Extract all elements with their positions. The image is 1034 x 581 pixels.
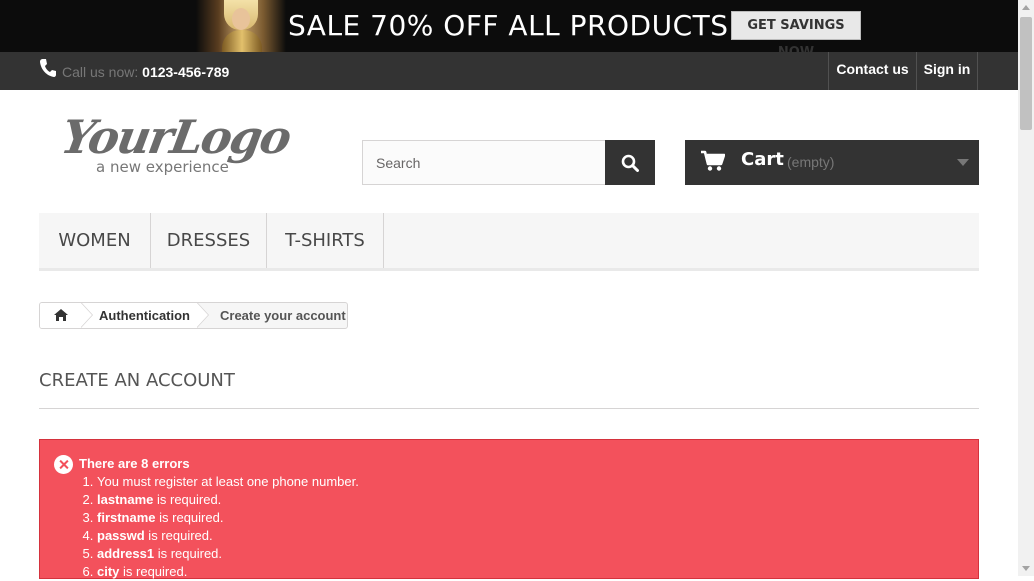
breadcrumb-authentication-label[interactable]: Authentication — [99, 308, 190, 324]
chevron-down-icon[interactable] — [957, 159, 969, 166]
error-alert: There are 8 errors You must register at … — [39, 439, 979, 579]
promo-banner[interactable]: SALE 70% OFF ALL PRODUCTS GET SAVINGS NO… — [0, 0, 1018, 52]
logo-tagline: a new experience — [96, 158, 229, 176]
menu-item-t-shirts[interactable]: T-SHIRTS — [267, 213, 384, 268]
scrollbar-thumb[interactable] — [1020, 17, 1032, 130]
search-form — [362, 140, 655, 185]
page-title: CREATE AN ACCOUNT — [39, 370, 235, 391]
error-item: address1 is required. — [97, 545, 359, 563]
banner-headline: SALE 70% OFF ALL PRODUCTS — [288, 9, 729, 42]
scroll-down-arrow-icon[interactable] — [1022, 566, 1030, 571]
search-icon — [621, 154, 639, 172]
cart-label: Cart — [741, 149, 784, 170]
cart-status: (empty) — [787, 154, 835, 170]
banner-model-image — [196, 0, 286, 52]
breadcrumb-home[interactable] — [40, 303, 82, 328]
contact-us-link[interactable]: Contact us — [828, 52, 916, 90]
main-menu: WOMEN DRESSES T-SHIRTS — [39, 213, 979, 271]
error-item: passwd is required. — [97, 527, 359, 545]
search-input[interactable] — [362, 140, 606, 185]
breadcrumb: Authentication Create your account — [39, 302, 348, 329]
home-icon — [54, 309, 68, 321]
scroll-up-arrow-icon[interactable] — [1022, 5, 1030, 10]
error-heading: There are 8 errors — [79, 456, 190, 471]
logo-script: YourLogo — [57, 110, 294, 164]
menu-item-women[interactable]: WOMEN — [39, 213, 151, 268]
site-logo[interactable]: YourLogo a new experience — [56, 110, 306, 190]
error-list: You must register at least one phone num… — [81, 473, 359, 581]
phone-number: 0123-456-789 — [142, 64, 230, 80]
cart-block[interactable]: Cart (empty) — [685, 140, 979, 185]
vertical-scrollbar[interactable] — [1018, 0, 1034, 576]
error-item: city is required. — [97, 563, 359, 581]
search-button[interactable] — [605, 140, 655, 185]
error-item: firstname is required. — [97, 509, 359, 527]
phone-icon — [40, 59, 56, 77]
breadcrumb-current: Create your account — [220, 308, 346, 323]
title-divider — [39, 408, 979, 409]
sign-in-link[interactable]: Sign in — [916, 52, 978, 90]
error-item: You must register at least one phone num… — [97, 473, 359, 491]
get-savings-button[interactable]: GET SAVINGS NOW — [731, 11, 861, 52]
menu-item-dresses[interactable]: DRESSES — [151, 213, 267, 268]
phone-label: Call us now: — [62, 64, 139, 80]
top-nav-bar: Call us now: 0123-456-789 Contact us Sig… — [0, 52, 1018, 90]
error-icon — [54, 455, 73, 474]
error-item: lastname is required. — [97, 491, 359, 509]
cart-icon — [701, 150, 725, 171]
